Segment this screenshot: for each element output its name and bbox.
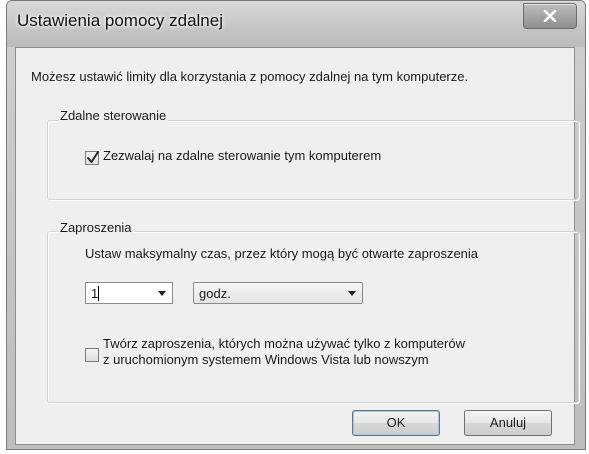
- allow-remote-control-checkbox[interactable]: [85, 151, 99, 165]
- cancel-button[interactable]: Anuluj: [464, 410, 552, 436]
- dialog-window: Ustawienia pomocy zdalnej Możesz ustawić…: [6, 0, 586, 450]
- vista-only-label-line1: Twórz zaproszenia, których można używać …: [103, 336, 465, 351]
- intro-text: Możesz ustawić limity dla korzystania z …: [31, 69, 469, 84]
- text-caret: [98, 286, 99, 301]
- time-unit: godz.: [199, 286, 231, 301]
- allow-remote-control-label[interactable]: Zezwalaj na zdalne sterowanie tym komput…: [103, 148, 381, 163]
- remote-control-group-label: Zdalne sterowanie: [58, 108, 169, 123]
- vista-only-label-line2: z uruchomionym systemem Windows Vista lu…: [103, 352, 429, 367]
- ok-button[interactable]: OK: [352, 410, 440, 436]
- chevron-down-icon: [348, 291, 356, 296]
- vista-only-label[interactable]: Twórz zaproszenia, których można używać …: [103, 336, 465, 368]
- title-bar[interactable]: Ustawienia pomocy zdalnej: [7, 1, 585, 47]
- close-button[interactable]: [523, 3, 577, 29]
- time-unit-dropdown[interactable]: godz.: [193, 282, 363, 304]
- checkmark-icon: [87, 151, 99, 163]
- max-time-label: Ustaw maksymalny czas, przez który mogą …: [85, 246, 479, 261]
- chevron-down-icon: [158, 291, 166, 296]
- time-value-combobox[interactable]: 1: [85, 282, 173, 304]
- vista-only-checkbox[interactable]: [85, 348, 99, 362]
- window-title: Ustawienia pomocy zdalnej: [17, 11, 223, 30]
- close-icon: [543, 10, 557, 22]
- dialog-body: Możesz ustawić limity dla korzystania z …: [15, 47, 579, 445]
- invitations-group-label: Zaproszenia: [58, 220, 134, 235]
